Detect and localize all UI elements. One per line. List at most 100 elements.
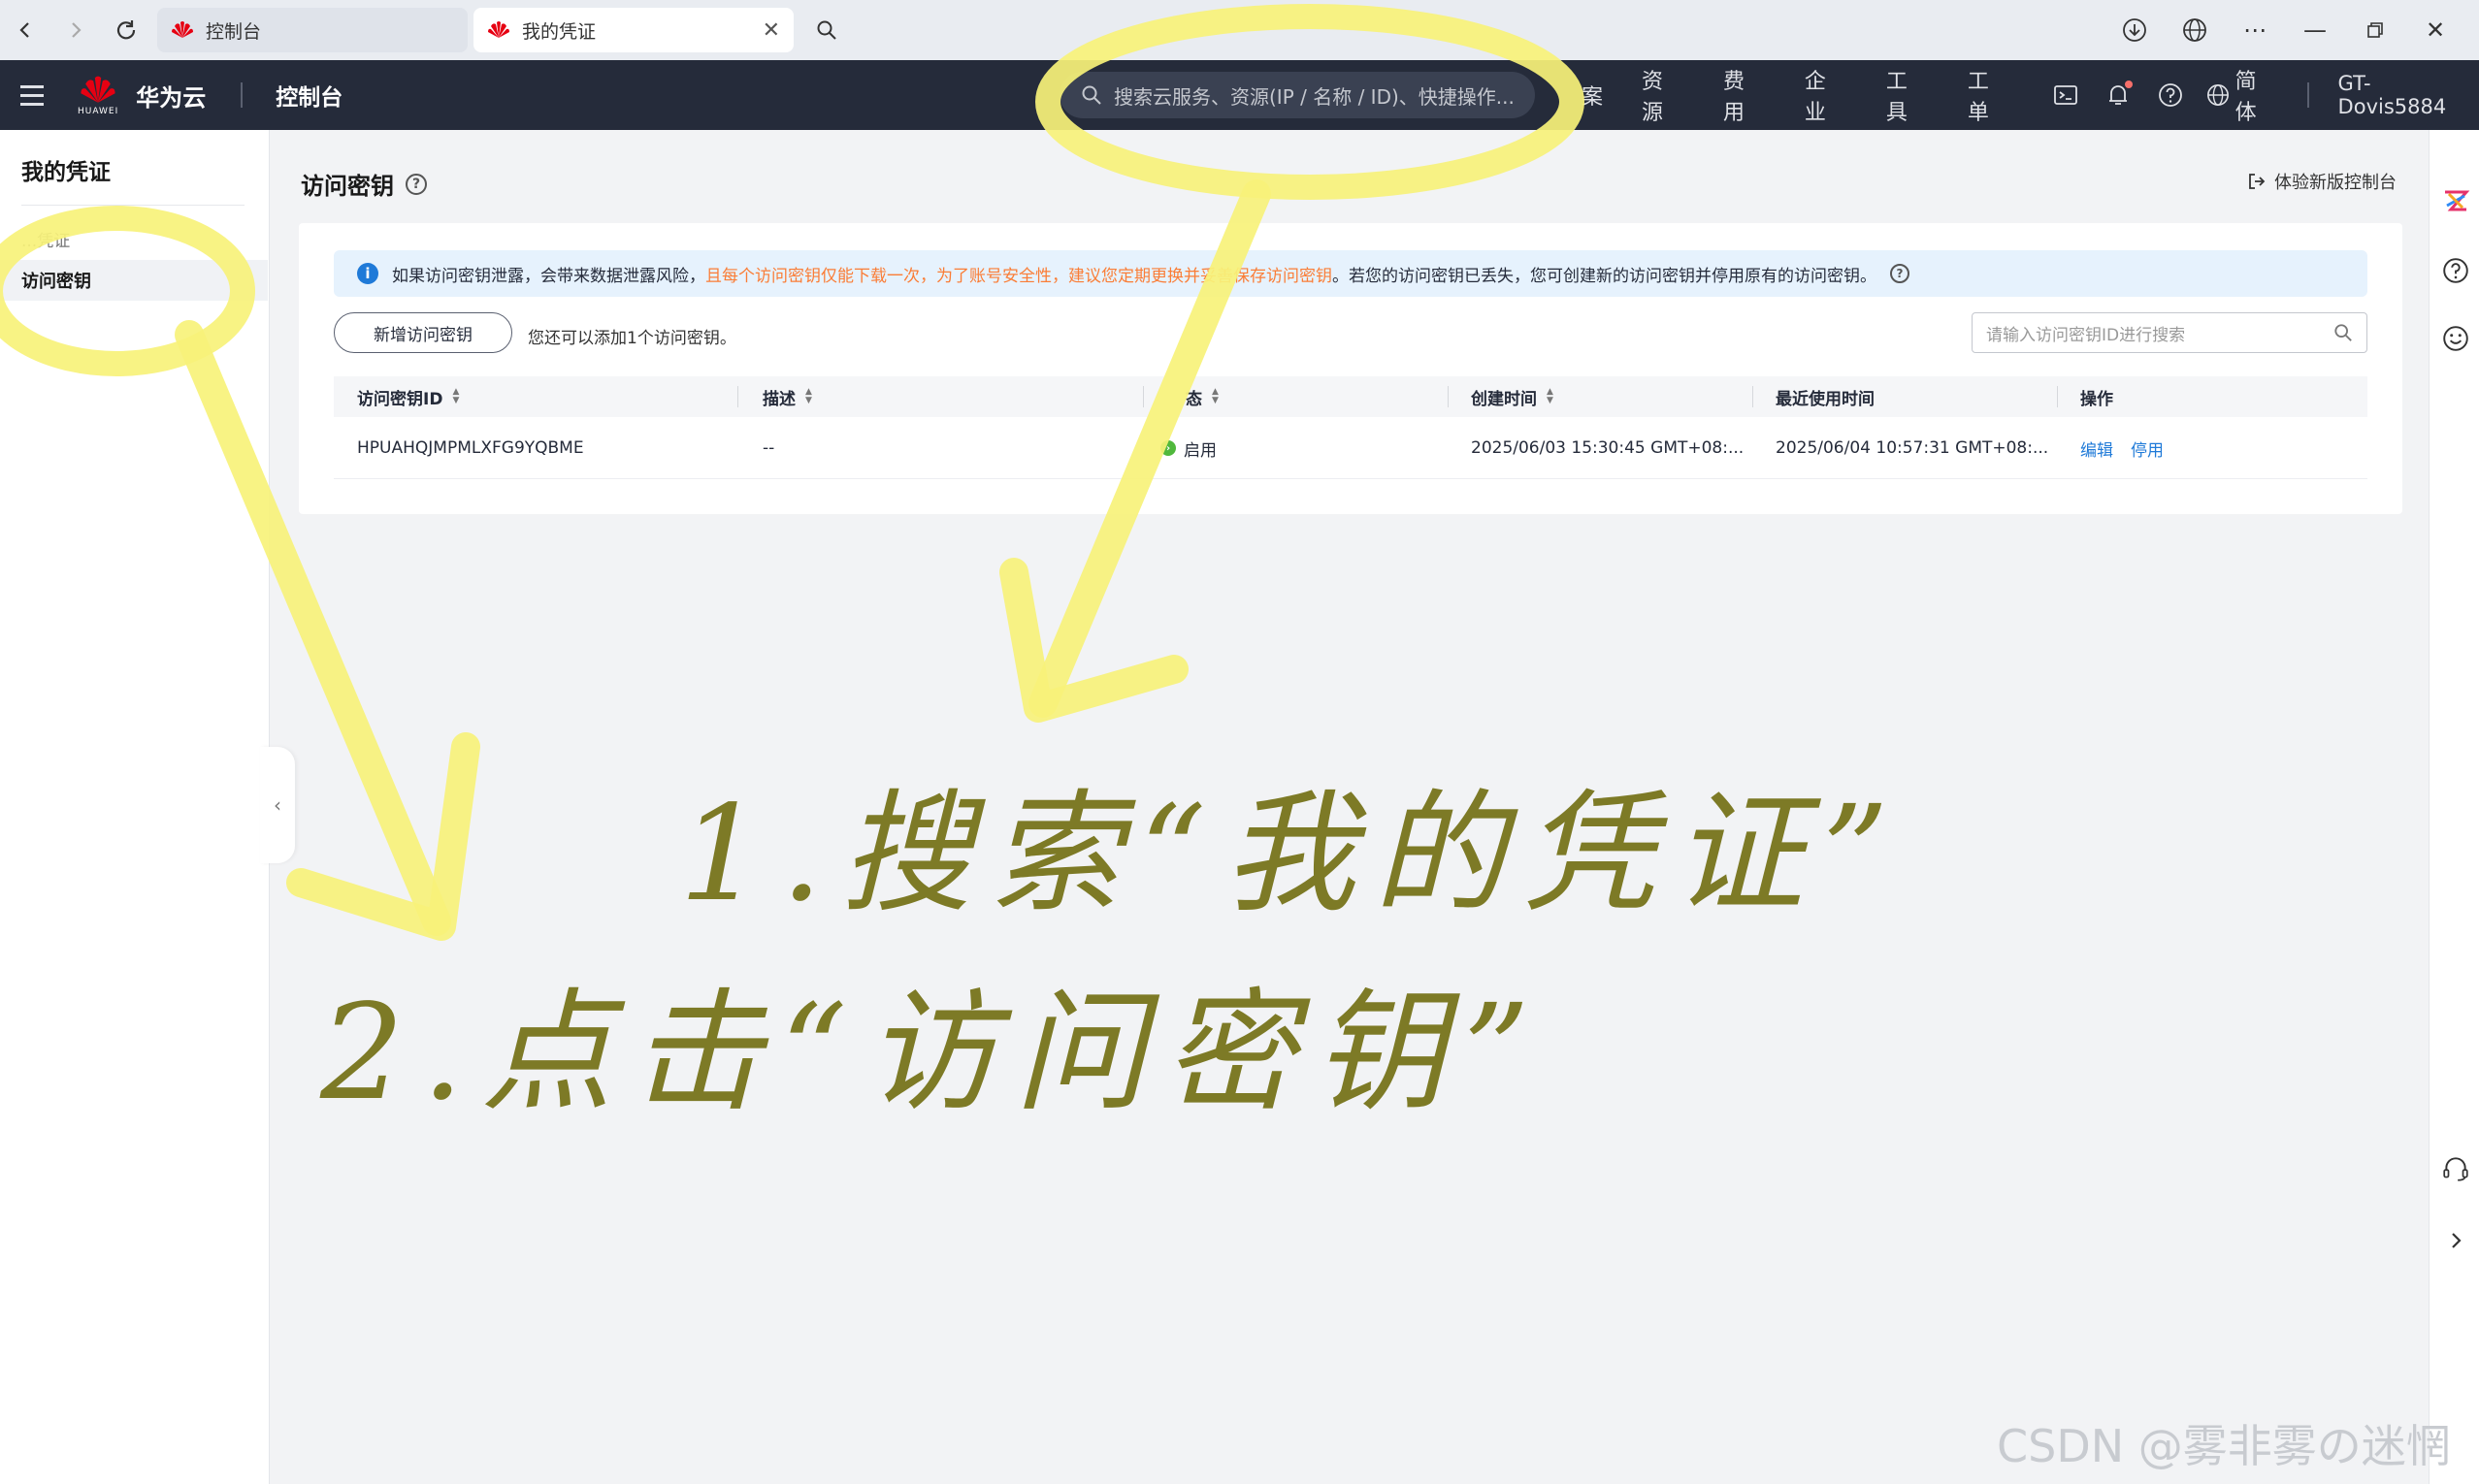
header-divider: [241, 82, 244, 108]
status-label: 启用: [1184, 440, 1217, 461]
sidebar-item-credentials[interactable]: ...凭证: [21, 227, 70, 251]
cell-last-used-time: 2025/06/04 10:57:31 GMT+08:...: [1776, 438, 2049, 458]
column-header-created[interactable]: 创建时间 ▲ ▼: [1471, 376, 1553, 417]
question-icon[interactable]: ?: [406, 173, 427, 195]
annotation-step-1: 1.搜索“我的凭证”: [679, 778, 1907, 931]
tab-my-credentials[interactable]: 我的凭证 ✕: [473, 8, 794, 52]
cell-actions: 编辑 停用: [2080, 417, 2181, 479]
info-icon: i: [357, 263, 378, 284]
minimize-icon[interactable]: —: [2295, 10, 2335, 50]
bell-icon[interactable]: [2102, 79, 2135, 112]
nav-item-tickets[interactable]: 工单: [1968, 64, 2010, 126]
download-icon[interactable]: [2114, 10, 2155, 50]
sort-icon[interactable]: ▲ ▼: [1212, 388, 1219, 405]
restore-icon[interactable]: [2355, 10, 2396, 50]
reload-button[interactable]: [101, 5, 151, 55]
add-access-key-button[interactable]: 新增访问密钥: [334, 312, 512, 353]
sidebar-divider: [21, 205, 245, 206]
sidebar-title: 我的凭证: [21, 160, 111, 185]
page-title: 访问密钥 ?: [301, 167, 427, 201]
brand-sub: HUAWEI: [78, 106, 119, 116]
sort-icon[interactable]: ▲ ▼: [1547, 388, 1553, 405]
sidebar-item-access-keys[interactable]: 访问密钥: [0, 260, 268, 301]
column-header-id[interactable]: 访问密钥ID ▲ ▼: [357, 376, 459, 417]
sidebar-collapse-handle[interactable]: ‹: [260, 747, 295, 863]
brand-name[interactable]: 华为云: [136, 79, 206, 113]
exit-icon: [2249, 174, 2266, 189]
alert-text: 如果访问密钥泄露，会带来数据泄露风险，: [392, 266, 705, 286]
headset-icon[interactable]: [2441, 1154, 2470, 1183]
nav-item-record[interactable]: 案: [1582, 80, 1603, 111]
tab-console[interactable]: 控制台: [157, 8, 468, 52]
help-icon[interactable]: [2154, 79, 2187, 112]
huawei-logo-icon: [172, 21, 193, 38]
new-console-link[interactable]: 体验新版控制台: [2247, 169, 2397, 194]
nav-item-enterprise[interactable]: 企业: [1805, 64, 1847, 126]
sort-icon[interactable]: ▲ ▼: [452, 388, 459, 405]
globe-icon[interactable]: [2174, 10, 2215, 50]
add-hint: 您还可以添加1个访问密钥。: [528, 329, 736, 348]
chevron-left-icon: [19, 22, 29, 38]
assistant-icon[interactable]: [2441, 186, 2470, 215]
help-icon[interactable]: [2441, 256, 2470, 285]
column-divider: [2057, 386, 2058, 407]
user-menu[interactable]: GT-Dovis5884: [2338, 72, 2479, 118]
tab-label: 我的凭证: [522, 20, 597, 43]
annotation-step-2: 2.点击“访问密钥”: [320, 977, 1548, 1130]
cell-status: › 启用: [1160, 417, 1217, 479]
chevron-right-icon[interactable]: [2441, 1226, 2470, 1255]
browser-toolbar: 控制台 我的凭证 ✕ ⋯ — ✕: [0, 0, 2479, 60]
table-header: 访问密钥ID ▲ ▼ 描述 ▲ ▼ 态 ▲ ▼ 创建时间 ▲ ▼ 最近使用时间 操作: [334, 376, 2367, 417]
huawei-logo[interactable]: HUAWEI: [78, 75, 118, 116]
column-label: 最近使用时间: [1776, 389, 1875, 409]
access-key-card: i 如果访问密钥泄露，会带来数据泄露风险， 且每个访问密钥仅能下载一次，为了账号…: [299, 223, 2402, 514]
question-icon[interactable]: ?: [1890, 264, 1909, 283]
left-sidebar: 我的凭证 ...凭证 访问密钥: [0, 130, 270, 1484]
annotation-arrowhead-sidebar: [286, 732, 480, 941]
huawei-logo-icon: [81, 76, 115, 103]
table-row: HPUAHQJMPMLXFG9YQBME -- › 启用 2025/06/03 …: [334, 417, 2367, 479]
tab-search-button[interactable]: [801, 5, 852, 55]
global-search-input[interactable]: 搜索云服务、资源(IP / 名称 / ID)、快捷操作...: [1060, 72, 1535, 118]
search-placeholder: 请输入访问密钥ID进行搜索: [1986, 325, 2186, 345]
cell-description: --: [763, 438, 775, 458]
close-window-icon[interactable]: ✕: [2415, 10, 2456, 50]
search-icon: [1082, 85, 1101, 105]
nav-item-billing[interactable]: 费用: [1723, 64, 1766, 126]
column-label: 访问密钥ID: [357, 389, 443, 409]
terminal-icon[interactable]: [2049, 79, 2082, 112]
column-header-actions: 操作: [2080, 376, 2113, 417]
column-divider: [737, 386, 738, 407]
nav-item-tools[interactable]: 工具: [1886, 64, 1929, 126]
column-header-desc[interactable]: 描述 ▲ ▼: [763, 376, 812, 417]
search-icon[interactable]: [2333, 323, 2353, 342]
reload-icon: [116, 20, 136, 40]
back-button[interactable]: [0, 5, 50, 55]
column-divider: [1752, 386, 1753, 407]
smiley-feedback-icon[interactable]: [2441, 324, 2470, 353]
chevron-right-icon: [72, 22, 82, 38]
disable-link[interactable]: 停用: [2131, 436, 2164, 461]
column-label: 操作: [2080, 389, 2113, 409]
status-enabled-icon: ›: [1160, 440, 1176, 456]
console-link[interactable]: 控制台: [276, 79, 342, 112]
language-switcher[interactable]: 简体: [2206, 64, 2278, 126]
column-label: 描述: [763, 389, 796, 409]
close-icon[interactable]: ✕: [763, 18, 780, 43]
nav-item-resources[interactable]: 资源: [1642, 64, 1684, 126]
alert-warning-text: 且每个访问密钥仅能下载一次，为了账号安全性，建议您定期更换并妥善保存访问密钥: [705, 266, 1332, 286]
forward-button[interactable]: [50, 5, 101, 55]
column-divider: [1143, 386, 1144, 407]
cell-created-time: 2025/06/03 15:30:45 GMT+08:...: [1471, 438, 1745, 458]
notification-dot: [2124, 81, 2133, 88]
search-icon: [817, 20, 836, 40]
new-console-label: 体验新版控制台: [2274, 173, 2397, 193]
access-key-search-input[interactable]: 请输入访问密钥ID进行搜索: [1972, 312, 2367, 353]
column-divider: [1448, 386, 1449, 407]
sort-icon[interactable]: ▲ ▼: [805, 388, 812, 405]
column-header-status[interactable]: 态 ▲ ▼: [1186, 376, 1219, 417]
more-icon[interactable]: ⋯: [2234, 10, 2275, 50]
menu-icon[interactable]: [8, 71, 56, 119]
header-divider: [2306, 82, 2309, 108]
edit-link[interactable]: 编辑: [2080, 436, 2113, 461]
